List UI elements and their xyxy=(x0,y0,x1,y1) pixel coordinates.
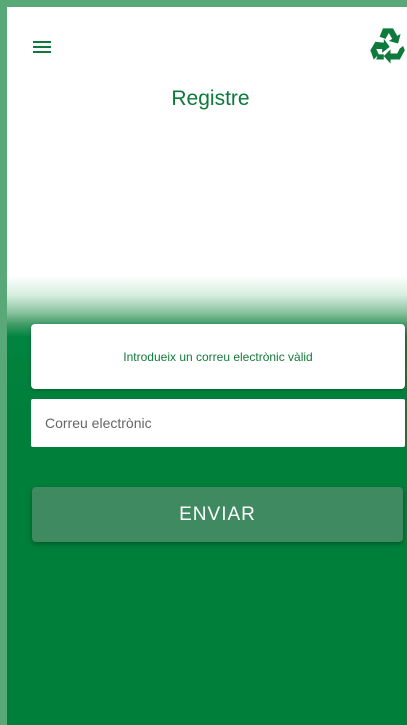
submit-button[interactable]: ENVIAR xyxy=(32,487,403,542)
app-screen: Registre Introdueix un correu electrònic… xyxy=(0,0,407,725)
validation-message-card: Introdueix un correu electrònic vàlid xyxy=(31,324,405,389)
validation-message: Introdueix un correu electrònic vàlid xyxy=(123,349,313,364)
email-field[interactable] xyxy=(31,399,405,447)
hamburger-menu-icon[interactable] xyxy=(33,41,51,55)
page-title: Registre xyxy=(171,87,250,110)
recycle-icon xyxy=(370,28,405,64)
